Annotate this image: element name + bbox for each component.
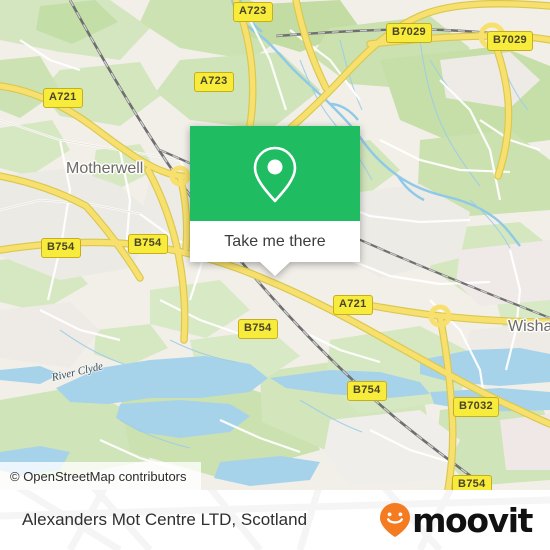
popup-image-panel — [190, 126, 360, 221]
place-label-motherwell: Motherwell — [66, 160, 144, 177]
road-shield[interactable]: A723 — [194, 72, 234, 92]
road-shield[interactable]: A723 — [233, 2, 273, 22]
location-popup[interactable]: Take me there — [190, 126, 360, 276]
map-screenshot: A723 B7029 B7029 A723 A721 B754 B754 A72… — [0, 0, 550, 550]
road-shield[interactable]: A721 — [333, 295, 373, 315]
road-shield[interactable]: B754 — [41, 238, 81, 258]
page-title: Alexanders Mot Centre LTD, Scotland — [22, 510, 308, 529]
footer-bar: Alexanders Mot Centre LTD, Scotland moov… — [0, 490, 550, 550]
moovit-logo[interactable]: moovit — [378, 500, 533, 540]
road-shield[interactable]: B754 — [347, 381, 387, 401]
road-shield[interactable]: B7029 — [487, 31, 533, 51]
road-shield[interactable]: B754 — [452, 475, 492, 490]
map-pin-icon — [253, 146, 297, 202]
road-shield[interactable]: B754 — [238, 319, 278, 339]
take-me-there-button[interactable]: Take me there — [190, 221, 360, 262]
map-canvas[interactable]: A723 B7029 B7029 A723 A721 B754 B754 A72… — [0, 0, 550, 490]
popup-tail — [260, 262, 290, 276]
road-shield[interactable]: B7029 — [386, 23, 432, 43]
place-label-wishaw: Wishaw — [508, 318, 550, 335]
road-shield[interactable]: B7032 — [453, 397, 499, 417]
road-shield[interactable]: A721 — [43, 88, 83, 108]
road-shield[interactable]: B754 — [128, 234, 168, 254]
moovit-pin-smile-icon — [380, 503, 411, 537]
moovit-wordmark: moovit — [412, 500, 533, 540]
map-attribution[interactable]: © OpenStreetMap contributors — [0, 462, 201, 490]
